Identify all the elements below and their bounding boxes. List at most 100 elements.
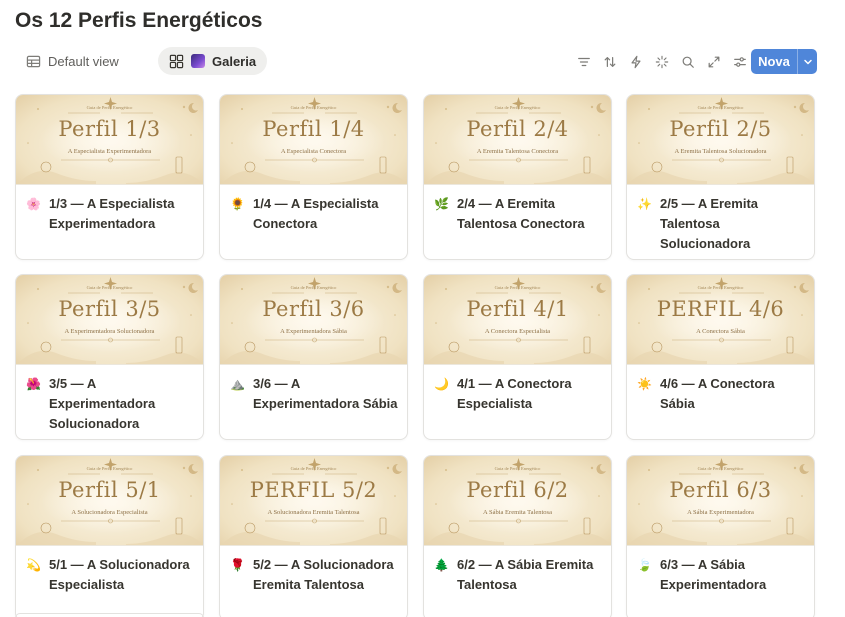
card-cover-image: Guia de Perfil Energético Perfil 6/3 A S… (627, 456, 814, 546)
filter-icon[interactable] (574, 52, 593, 71)
cover-subtitle: A Sábia Eremita Talentosa (483, 509, 552, 516)
cover-top-text: Guia de Perfil Energético (290, 466, 337, 471)
tab-default-view[interactable]: Default view (15, 47, 130, 75)
cover-subtitle: A Conectora Especialista (484, 328, 551, 335)
page-emoji-icon: 🌸 (26, 197, 41, 211)
cover-top-text: Guia de Perfil Energético (697, 105, 744, 110)
card-cover-image: Guia de Perfil Energético Perfil 3/6 A E… (220, 275, 407, 365)
card-body: ⛰️ 3/6 — A Experimentadora Sábia (220, 365, 407, 414)
cover-title: Perfil 6/2 (466, 478, 569, 502)
cover-subtitle: A Experimentadora Sábia (280, 328, 347, 335)
card-cover-image: Guia de Perfil Energético PERFIL 5/2 A S… (220, 456, 407, 546)
cover-title: Perfil 2/5 (669, 117, 772, 141)
toolbar-tools (574, 52, 749, 71)
page-emoji-icon: ☀️ (637, 377, 652, 391)
cover-subtitle: A Eremita Talentosa Solucionadora (674, 148, 767, 155)
card-cover-image: Guia de Perfil Energético Perfil 4/1 A C… (424, 275, 611, 365)
card-body: 🌻 1/4 — A Especialista Conectora (220, 185, 407, 234)
automation-bolt-icon[interactable] (626, 52, 645, 71)
cover-top-text: Guia de Perfil Energético (86, 285, 133, 290)
cover-top-text: Guia de Perfil Energético (290, 105, 337, 110)
cover-subtitle: A Sábia Experimentadora (687, 509, 754, 516)
card-title: 2/4 — A Eremita Talentosa Conectora (457, 196, 585, 231)
cover-title: PERFIL 5/2 (249, 478, 378, 502)
card-title: 6/2 — A Sábia Eremita Talentosa (457, 557, 594, 592)
view-bar: Default view Galeria Nova (15, 46, 817, 78)
gallery-card[interactable]: Guia de Perfil Energético Perfil 4/1 A C… (423, 274, 612, 440)
gallery-card[interactable]: Guia de Perfil Energético Perfil 2/4 A E… (423, 94, 612, 260)
chevron-down-icon[interactable] (797, 49, 817, 74)
cover-subtitle: A Especialista Conectora (280, 148, 347, 155)
gallery-card[interactable]: Guia de Perfil Energético Perfil 1/4 A E… (219, 94, 408, 260)
cover-title: Perfil 2/4 (466, 117, 569, 141)
page-emoji-icon: ⛰️ (230, 377, 245, 391)
gallery-card[interactable]: Guia de Perfil Energético Perfil 3/6 A E… (219, 274, 408, 440)
cover-top-text: Guia de Perfil Energético (697, 466, 744, 471)
page-emoji-icon: 💫 (26, 558, 41, 572)
page-emoji-icon: 🌿 (434, 197, 449, 211)
ai-sparkle-icon[interactable] (652, 52, 671, 71)
card-body: 🌸 1/3 — A Especialista Experimentadora (16, 185, 203, 234)
cover-title: Perfil 4/1 (466, 297, 569, 321)
card-title: 6/3 — A Sábia Experimentadora (660, 557, 767, 592)
card-title: 5/1 — A Solucionadora Especialista (49, 557, 190, 592)
page-emoji-icon: 🌺 (26, 377, 41, 391)
cover-top-text: Guia de Perfil Energético (494, 285, 541, 290)
cover-top-text: Guia de Perfil Energético (494, 105, 541, 110)
gallery-card[interactable]: Guia de Perfil Energético Perfil 6/3 A S… (626, 455, 815, 617)
new-button[interactable]: Nova (751, 49, 817, 74)
cover-subtitle: A Solucionadora Especialista (71, 509, 148, 516)
card-title: 1/4 — A Especialista Conectora (253, 196, 379, 231)
cover-top-text: Guia de Perfil Energético (86, 105, 133, 110)
settings-sliders-icon[interactable] (730, 52, 749, 71)
card-title: 1/3 — A Especialista Experimentadora (49, 196, 175, 231)
card-body: ☀️ 4/6 — A Conectora Sábia (627, 365, 814, 414)
card-title: 4/6 — A Conectora Sábia (660, 376, 775, 411)
gallery-card[interactable]: Guia de Perfil Energético Perfil 6/2 A S… (423, 455, 612, 617)
card-cover-image: Guia de Perfil Energético Perfil 2/5 A E… (627, 95, 814, 185)
table-icon (26, 55, 41, 67)
new-button-label[interactable]: Nova (751, 49, 797, 74)
sort-icon[interactable] (600, 52, 619, 71)
page-emoji-icon: 🌙 (434, 377, 449, 391)
expand-icon[interactable] (704, 52, 723, 71)
gallery-card[interactable]: Guia de Perfil Energético PERFIL 4/6 A C… (626, 274, 815, 440)
card-cover-image: Guia de Perfil Energético Perfil 3/5 A E… (16, 275, 203, 365)
cover-title: PERFIL 4/6 (656, 297, 785, 321)
cover-top-text: Guia de Perfil Energético (290, 285, 337, 290)
cover-title: Perfil 3/5 (58, 297, 161, 321)
cover-title: Perfil 1/3 (58, 117, 161, 141)
card-body: 🌺 3/5 — A Experimentadora Solucionadora (16, 365, 203, 434)
card-body: ✨ 2/5 — A Eremita Talentosa Solucionador… (627, 185, 814, 254)
card-cover-image: Guia de Perfil Energético Perfil 1/3 A E… (16, 95, 203, 185)
cover-title: Perfil 6/3 (669, 478, 772, 502)
cover-title: Perfil 5/1 (58, 478, 161, 502)
card-cover-image: Guia de Perfil Energético Perfil 6/2 A S… (424, 456, 611, 546)
cover-top-text: Guia de Perfil Energético (494, 466, 541, 471)
page-emoji-icon: 🌹 (230, 558, 245, 572)
gallery-card[interactable]: Guia de Perfil Energético Perfil 2/5 A E… (626, 94, 815, 260)
gallery-card[interactable]: Guia de Perfil Energético PERFIL 5/2 A S… (219, 455, 408, 617)
page-emoji-icon: 🌻 (230, 197, 245, 211)
gallery-card[interactable]: Guia de Perfil Energético Perfil 5/1 A S… (15, 455, 204, 617)
page-emoji-icon: 🍃 (637, 558, 652, 572)
card-body: 🌙 4/1 — A Conectora Especialista (424, 365, 611, 414)
cover-title: Perfil 3/6 (262, 297, 365, 321)
card-cover-image: Guia de Perfil Energético Perfil 5/1 A S… (16, 456, 203, 546)
card-body: 🌹 5/2 — A Solucionadora Eremita Talentos… (220, 546, 407, 595)
card-title: 2/5 — A Eremita Talentosa Solucionadora (660, 196, 759, 251)
tab-galeria[interactable]: Galeria (158, 47, 268, 75)
cover-top-text: Guia de Perfil Energético (697, 285, 744, 290)
gallery-card-partial[interactable] (15, 613, 204, 617)
gallery-card[interactable]: Guia de Perfil Energético Perfil 3/5 A E… (15, 274, 204, 440)
card-title: 3/5 — A Experimentadora Solucionadora (49, 376, 156, 431)
gallery-card[interactable]: Guia de Perfil Energético Perfil 1/3 A E… (15, 94, 204, 260)
search-icon[interactable] (678, 52, 697, 71)
card-cover-image: Guia de Perfil Energético Perfil 2/4 A E… (424, 95, 611, 185)
cover-top-text: Guia de Perfil Energético (86, 466, 133, 471)
galaxy-emoji-icon (191, 54, 205, 68)
cover-subtitle: A Experimentadora Solucionadora (64, 328, 155, 335)
page-emoji-icon: ✨ (637, 197, 652, 211)
page-emoji-icon: 🌲 (434, 558, 449, 572)
cover-subtitle: A Eremita Talentosa Conectora (476, 148, 559, 155)
